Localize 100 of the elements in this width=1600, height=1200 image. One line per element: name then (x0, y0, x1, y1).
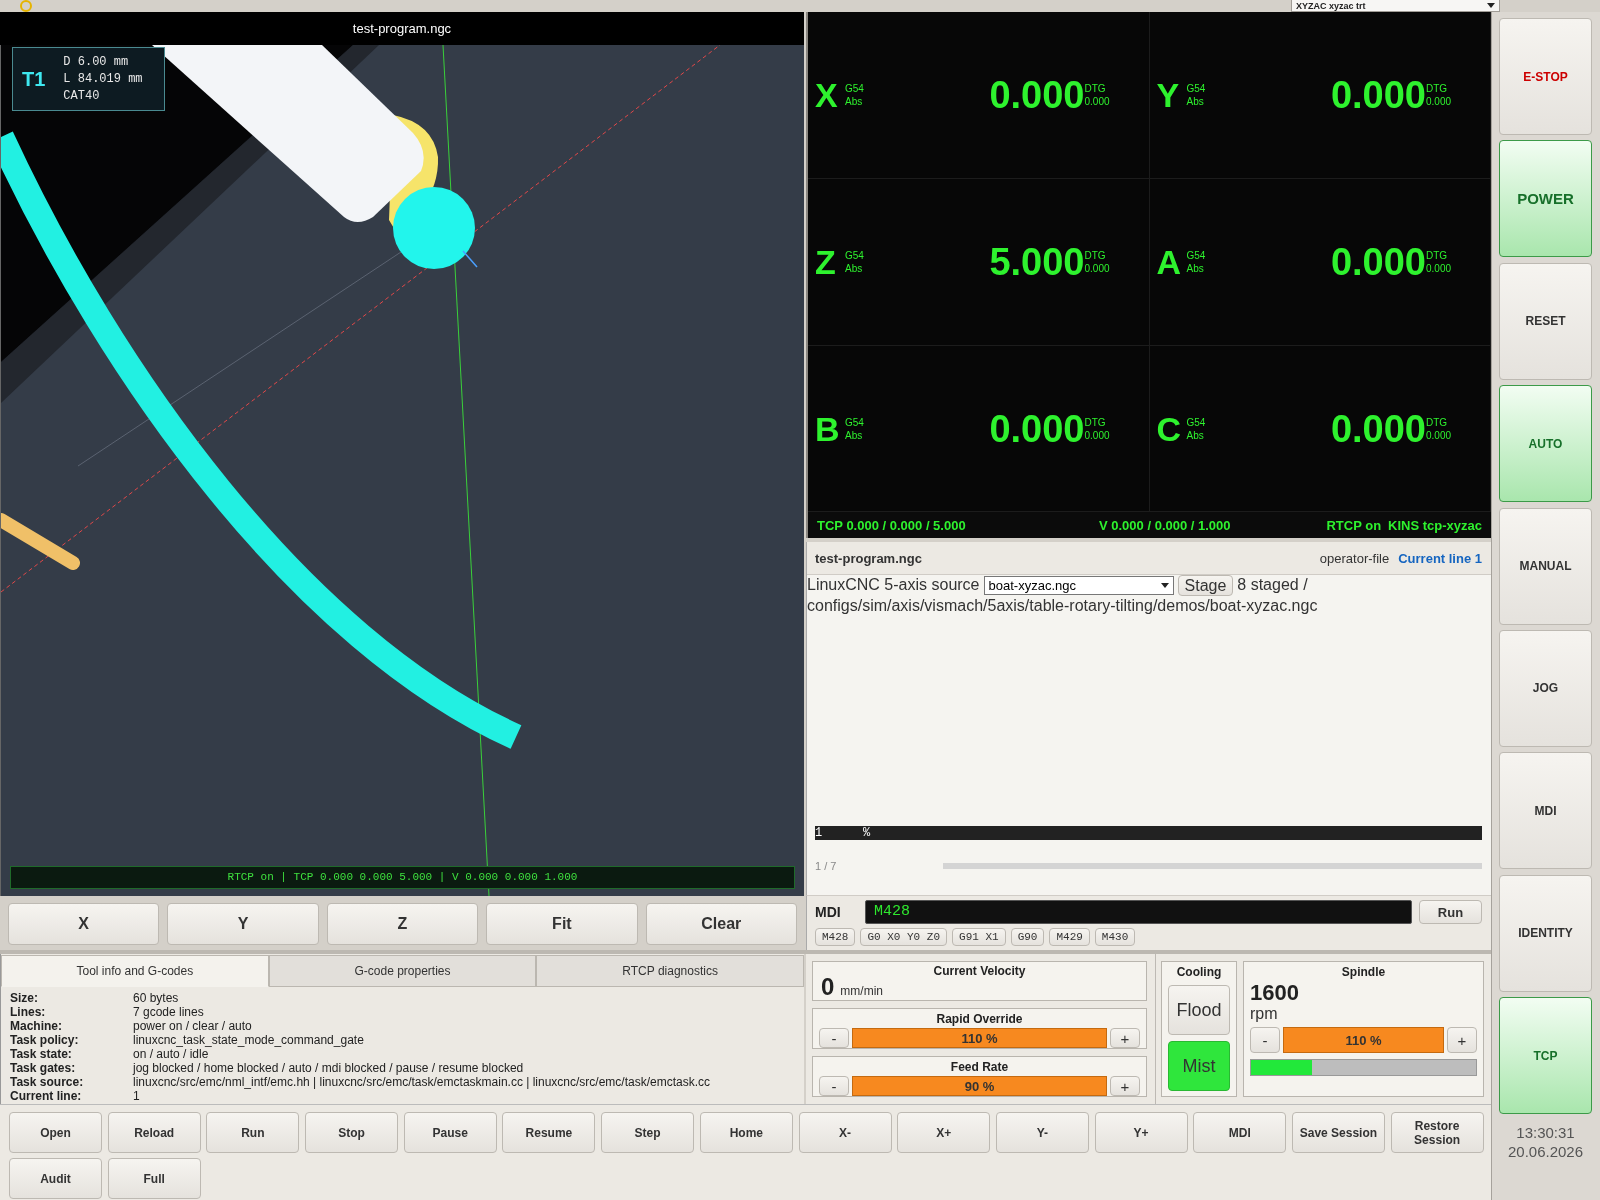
offset-label: G54 (1186, 82, 1206, 95)
run-button[interactable]: Run (1419, 900, 1482, 924)
line-text: % (863, 826, 871, 840)
mdi-input[interactable]: M428 (865, 900, 1412, 924)
info-tab[interactable]: G-code properties (268, 955, 537, 987)
view-button[interactable]: X (8, 903, 160, 945)
decrease-button[interactable]: - (819, 1028, 849, 1048)
power-button[interactable]: POWER (1499, 140, 1592, 258)
info-value: linuxcnc/src/emc/nml_intf/emc.hh | linuxcnc/src/emc/task/emctaskmain.cc | linuxcnc/src/emc/task/emctask.cc (133, 1075, 712, 1089)
decrease-button[interactable]: - (1250, 1027, 1280, 1053)
action-button[interactable]: MDI (1193, 1112, 1287, 1153)
action-button[interactable]: Reload (107, 1112, 201, 1153)
action-button[interactable]: Full (107, 1158, 201, 1199)
velocity-unit: mm/min (840, 984, 884, 998)
coolant-button[interactable]: Flood (1168, 985, 1230, 1035)
info-key: Task gates: (10, 1061, 133, 1075)
view-button[interactable]: Z (326, 903, 479, 945)
action-button[interactable]: X- (798, 1112, 892, 1153)
action-button[interactable]: Home (699, 1112, 793, 1153)
offset-label: G54 (1186, 249, 1206, 262)
action-button[interactable]: X+ (897, 1112, 991, 1153)
history-chip[interactable]: G91 X1 (952, 928, 1006, 946)
info-value: 1 (133, 1089, 141, 1103)
tcp-readout: TCP 0.000 / 0.000 / 5.000 (817, 517, 967, 533)
dtg-value: 0.000 (1084, 262, 1111, 275)
source-label: LinuxCNC 5-axis source (807, 576, 980, 593)
tool-detail: CAT40 (63, 87, 101, 105)
mode-button[interactable]: JOG (1499, 629, 1592, 747)
history-chip[interactable]: G0 X0 Y0 Z0 (860, 928, 948, 946)
action-button[interactable]: Y+ (1094, 1112, 1188, 1153)
history-chip[interactable]: G90 (1010, 928, 1045, 946)
mode-label: Abs (845, 428, 864, 442)
increase-button[interactable]: + (1110, 1076, 1140, 1096)
mode-button[interactable]: IDENTITY (1499, 874, 1592, 992)
info-value: on / auto / idle (133, 1047, 210, 1061)
axis-value: 0.000 (989, 406, 1085, 451)
action-button[interactable]: Y- (995, 1112, 1089, 1153)
mode-button[interactable]: AUTO (1499, 385, 1592, 503)
mode-button[interactable]: RESET (1499, 262, 1592, 380)
emergency-stop-button[interactable]: E-STOP (1499, 18, 1592, 135)
dtg-label: DTG (1084, 415, 1107, 429)
spindle-override-readout: 110 % (1283, 1027, 1444, 1053)
rtcp-state: RTCP on (1326, 517, 1382, 533)
axis-value: 0.000 (1330, 73, 1426, 117)
info-value: power on / clear / auto (133, 1019, 253, 1033)
axis-value: 5.000 (989, 240, 1085, 284)
action-button[interactable]: Open (9, 1112, 102, 1153)
offset-label: G54 (1186, 415, 1206, 429)
action-button[interactable]: Pause (403, 1112, 497, 1153)
spindle-unit: rpm (1250, 1005, 1279, 1023)
history-chip[interactable]: M428 (815, 928, 856, 946)
info-key: Lines: (10, 1005, 133, 1019)
cooling-title: Cooling (1176, 965, 1222, 979)
decrease-button[interactable]: - (819, 1076, 849, 1096)
mode-label: Abs (1186, 428, 1205, 442)
dtg-label: DTG (1426, 250, 1449, 261)
view-button[interactable]: Fit (486, 903, 638, 945)
dtg-label: DTG (1084, 249, 1107, 262)
history-chip[interactable]: M429 (1049, 928, 1090, 946)
mode-button[interactable]: TCP (1499, 997, 1592, 1115)
axis-letter: Z (815, 242, 837, 282)
increase-button[interactable]: + (1447, 1027, 1477, 1053)
action-button[interactable]: Resume (502, 1112, 596, 1153)
spindle-speed: 1600 (1250, 981, 1300, 1005)
kinematics-label: KINS tcp-xyzac (1388, 517, 1482, 533)
offset-label: G54 (845, 82, 864, 95)
machine-select[interactable]: XYZAC xyzac trt (1291, 0, 1500, 12)
mode-label: Abs (845, 262, 864, 275)
info-tab[interactable]: Tool info and G-codes (1, 955, 269, 987)
dtg-value: 0.000 (1426, 96, 1453, 107)
info-key: Size: (10, 991, 133, 1005)
history-chip[interactable]: M430 (1094, 928, 1136, 946)
action-button[interactable]: Save Session (1291, 1112, 1385, 1153)
dtg-value: 0.000 (1426, 429, 1453, 441)
override-title: Rapid Override (935, 1012, 1024, 1026)
view-button[interactable]: Y (167, 903, 319, 945)
view-button[interactable]: Clear (645, 903, 797, 945)
increase-button[interactable]: + (1110, 1028, 1140, 1048)
info-key: Task source: (10, 1075, 133, 1089)
info-key: Current line: (10, 1089, 133, 1103)
program-filename: test-program.ngc (815, 550, 922, 566)
axis-letter: Y (1156, 75, 1181, 115)
dtg-label: DTG (1426, 416, 1449, 428)
info-value: jog blocked / home blocked / auto / mdi blocked / pause / resume blocked (133, 1061, 525, 1075)
info-tab[interactable]: RTCP diagnostics (536, 955, 804, 987)
toolpath-viewport[interactable]: T1 D 6.00 mm L 84.019 mm CAT40 RTCP on | TCP 0.000 0.000 5.000 | V 0.000 0.000 1.000 (0, 45, 804, 896)
tool-detail: D 6.00 mm (63, 53, 130, 71)
action-button[interactable]: Stop (305, 1112, 399, 1153)
action-button[interactable]: Step (601, 1112, 695, 1153)
ring-icon (20, 0, 32, 12)
mode-button[interactable]: MDI (1499, 752, 1592, 870)
dtg-value: 0.000 (1084, 428, 1111, 442)
action-button[interactable]: Run (206, 1112, 300, 1153)
caret-icon (1160, 583, 1169, 589)
coolant-button[interactable]: Mist (1168, 1041, 1230, 1091)
source-select[interactable]: boat-xyzac.ngc (983, 576, 1174, 596)
mode-button[interactable]: MANUAL (1499, 507, 1592, 625)
action-button[interactable]: Restore Session (1390, 1112, 1484, 1153)
stage-button[interactable]: Stage (1177, 575, 1234, 597)
action-button[interactable]: Audit (9, 1158, 102, 1199)
